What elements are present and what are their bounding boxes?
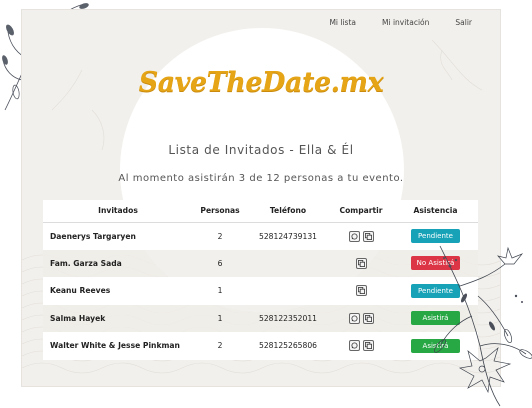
status-badge[interactable]: Pendiente — [411, 283, 460, 298]
table-header-row: Invitados Personas Teléfono Compartir As… — [43, 200, 478, 223]
whatsapp-icon[interactable] — [348, 312, 360, 324]
copy-icon[interactable] — [355, 285, 367, 297]
guest-table: Invitados Personas Teléfono Compartir As… — [43, 200, 478, 360]
header-invitados: Invitados — [43, 200, 193, 223]
share-cell — [329, 332, 393, 360]
share-cell — [329, 304, 393, 332]
status-badge[interactable]: Pendiente — [411, 229, 460, 243]
nav-mi-lista[interactable]: Mi lista — [329, 18, 356, 27]
guest-name: Fam. Garza Sada — [43, 249, 193, 277]
copy-icon[interactable] — [362, 230, 374, 242]
table-row: Fam. Garza Sada 6 No Asistirá — [43, 249, 478, 277]
status-cell: Asistirá — [393, 332, 478, 360]
guest-telefono — [247, 277, 329, 305]
guest-telefono — [247, 249, 329, 277]
header-compartir: Compartir — [329, 200, 393, 223]
guest-personas: 6 — [193, 249, 247, 277]
table-row: Walter White & Jesse Pinkman 2 528125265… — [43, 332, 478, 360]
share-cell — [329, 222, 393, 250]
guest-personas: 1 — [193, 277, 247, 305]
share-cell — [329, 277, 393, 305]
attendance-summary: Al momento asistirán 3 de 12 personas a … — [118, 173, 404, 184]
guest-name: Walter White & Jesse Pinkman — [43, 332, 193, 360]
copy-icon[interactable] — [362, 312, 374, 324]
brand-logo: SaveTheDate.mx — [138, 67, 384, 98]
guest-personas: 2 — [193, 222, 247, 250]
guest-telefono: 528122352011 — [247, 304, 329, 332]
nav-mi-invitacion[interactable]: Mi invitación — [382, 18, 429, 27]
table-row: Daenerys Targaryen 2 528124739131 Pendie… — [43, 222, 478, 250]
status-badge[interactable]: Asistirá — [411, 338, 460, 353]
app-frame: Mi lista Mi invitación Salir SaveTheDate… — [22, 10, 500, 386]
status-cell: Pendiente — [393, 222, 478, 250]
whatsapp-icon[interactable] — [348, 340, 360, 352]
status-cell: Asistirá — [393, 304, 478, 332]
guest-name: Keanu Reeves — [43, 277, 193, 305]
guest-telefono: 528125265806 — [247, 332, 329, 360]
guest-telefono: 528124739131 — [247, 222, 329, 250]
page-title: Lista de Invitados - Ella & Él — [168, 143, 354, 157]
top-navigation: Mi lista Mi invitación Salir — [22, 10, 500, 34]
status-badge[interactable]: No Asistirá — [411, 256, 460, 271]
guest-name: Daenerys Targaryen — [43, 222, 193, 250]
nav-salir[interactable]: Salir — [455, 18, 472, 27]
table-row: Keanu Reeves 1 Pendiente — [43, 277, 478, 305]
guest-name: Salma Hayek — [43, 304, 193, 332]
header-personas: Personas — [193, 200, 247, 223]
table-row: Salma Hayek 1 528122352011 Asistirá — [43, 304, 478, 332]
share-cell — [329, 249, 393, 277]
status-cell: Pendiente — [393, 277, 478, 305]
copy-icon[interactable] — [362, 340, 374, 352]
header-telefono: Teléfono — [247, 200, 329, 223]
guest-personas: 1 — [193, 304, 247, 332]
status-badge[interactable]: Asistirá — [411, 311, 460, 326]
guest-personas: 2 — [193, 332, 247, 360]
whatsapp-icon[interactable] — [348, 230, 360, 242]
copy-icon[interactable] — [355, 257, 367, 269]
header-asistencia: Asistencia — [393, 200, 478, 223]
status-cell: No Asistirá — [393, 249, 478, 277]
